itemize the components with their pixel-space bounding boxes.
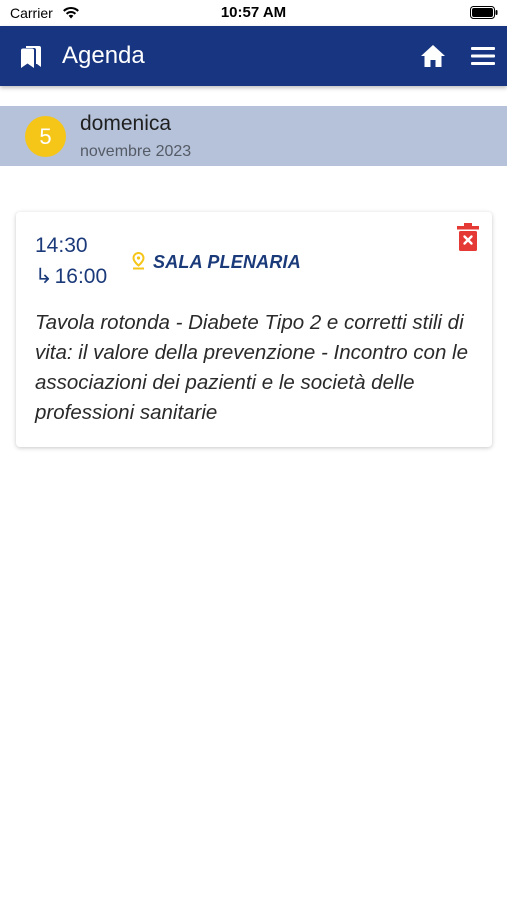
end-time-arrow-icon: ↳: [35, 265, 53, 288]
day-name: domenica: [80, 112, 172, 135]
day-header: 5 domenica novembre 2023: [0, 106, 507, 166]
bookmarks-icon: [21, 46, 41, 68]
event-card[interactable]: 14:30 ↳16:00 SALA PLENARIA Tavola rotond…: [16, 212, 492, 447]
clock: 10:57 AM: [220, 4, 287, 21]
day-number-badge: 5: [25, 116, 66, 157]
month-year: novembre 2023: [80, 143, 192, 160]
app-bar: Agenda: [0, 26, 507, 86]
event-start-time: 14:30: [35, 234, 88, 257]
event-location: SALA PLENARIA: [153, 252, 301, 272]
status-bar: Carrier 10:57 AM: [0, 0, 507, 26]
location-pin-icon: [132, 252, 145, 270]
menu-icon[interactable]: [470, 44, 496, 68]
page-title: Agenda: [62, 42, 145, 69]
battery-icon: [470, 6, 498, 19]
event-end-time-row: ↳16:00: [35, 264, 107, 289]
home-icon[interactable]: [420, 43, 446, 69]
event-end-time: 16:00: [54, 265, 108, 288]
delete-icon[interactable]: [456, 222, 480, 252]
event-title: Tavola rotonda - Diabete Tipo 2 e corret…: [35, 311, 469, 424]
